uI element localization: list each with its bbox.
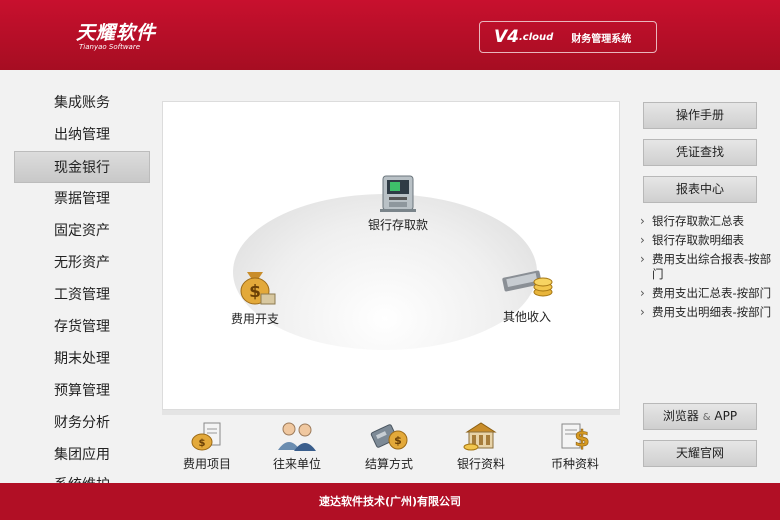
tool-contacts-label: 往来单位	[272, 457, 321, 471]
currency-icon: $	[561, 423, 590, 452]
bank-icon	[463, 422, 497, 451]
menu-item-payroll[interactable]: 工资管理	[14, 279, 150, 311]
menu-item-fixed-assets[interactable]: 固定资产	[14, 215, 150, 247]
official-site-button[interactable]: 天耀官网	[643, 440, 757, 467]
tool-currency-label: 币种资料	[550, 457, 599, 471]
expense-label: 费用开支	[230, 312, 279, 326]
report-link-bank-summary[interactable]: › 银行存取款汇总表	[640, 214, 775, 229]
tool-bank-info[interactable]: 银行资料	[446, 420, 516, 472]
report-center-button[interactable]: 报表中心	[643, 176, 757, 203]
browser-app-button[interactable]: 浏览器 & APP	[643, 403, 757, 430]
tool-settlement-label: 结算方式	[364, 457, 413, 471]
menu-item-bills[interactable]: 票据管理	[14, 183, 150, 215]
tool-bank-info-label: 银行资料	[456, 457, 505, 471]
svg-text:$: $	[394, 434, 402, 447]
tool-contacts[interactable]: 往来单位	[262, 420, 332, 472]
chevron-right-icon: ›	[640, 233, 645, 247]
manual-button[interactable]: 操作手册	[643, 102, 757, 129]
tool-currency[interactable]: $ 币种资料	[540, 420, 610, 472]
contacts-icon	[278, 422, 316, 451]
tool-expense-items-label: 费用项目	[182, 457, 231, 471]
report-link-expense-detail[interactable]: › 费用支出明细表-按部门	[640, 305, 775, 320]
browser-app-suffix: APP	[714, 409, 738, 423]
panel-divider	[162, 410, 620, 415]
menu-item-integrated-accounting[interactable]: 集成账务	[14, 87, 150, 119]
chevron-right-icon: ›	[640, 252, 645, 266]
report-link-expense-summary[interactable]: › 费用支出汇总表-按部门	[640, 286, 775, 301]
settlement-icon: $	[370, 424, 408, 450]
menu-item-cashier[interactable]: 出纳管理	[14, 119, 150, 151]
atm-icon	[380, 175, 416, 212]
money-bag-icon: $	[240, 272, 276, 305]
expense-item-icon: $	[191, 422, 221, 451]
other-income-label: 其他收入	[502, 310, 551, 324]
other-income-node[interactable]: 其他收入	[491, 262, 563, 325]
expense-node[interactable]: $ 费用开支	[219, 264, 291, 327]
svg-text:$: $	[199, 438, 206, 449]
version-suffix: .cloud	[519, 31, 554, 43]
footer: 速达软件技术(广州)有限公司	[0, 483, 780, 520]
menu-item-cash-bank[interactable]: 现金银行	[14, 151, 150, 183]
version-number: V4	[494, 27, 519, 47]
bank-deposit-node[interactable]: 银行存取款	[359, 172, 437, 233]
version-badge: V4 .cloud 财务管理系统	[479, 21, 657, 53]
menu-item-inventory[interactable]: 存货管理	[14, 311, 150, 343]
tool-settlement[interactable]: $ 结算方式	[354, 420, 424, 472]
menu-item-period-end[interactable]: 期末处理	[14, 343, 150, 375]
cash-bank-flow-panel: 银行存取款 $ 费用开支 其他收入	[162, 101, 620, 410]
logo: 天耀软件 Tianyao Software	[76, 18, 156, 51]
logo-text: 天耀软件	[76, 22, 157, 44]
footer-company: 速达软件技术(广州)有限公司	[318, 495, 462, 508]
bank-deposit-label: 银行存取款	[367, 218, 428, 232]
report-link-bank-detail[interactable]: › 银行存取款明细表	[640, 233, 775, 248]
menu-item-budget[interactable]: 预算管理	[14, 375, 150, 407]
chevron-right-icon: ›	[640, 286, 645, 300]
left-menu: 集成账务 出纳管理 现金银行 票据管理 固定资产 无形资产 工资管理 存货管理 …	[14, 87, 150, 471]
cash-coins-icon	[502, 270, 553, 297]
browser-app-label: 浏览器	[662, 409, 699, 423]
menu-item-system-maintenance[interactable]: 系统维护	[14, 471, 150, 483]
app-header: 天耀软件 Tianyao Software V4 .cloud 财务管理系统	[0, 0, 780, 70]
menu-item-intangible-assets[interactable]: 无形资产	[14, 247, 150, 279]
report-link-expense-comprehensive[interactable]: › 费用支出综合报表-按部门	[640, 252, 775, 282]
menu-item-group-application[interactable]: 集团应用	[14, 439, 150, 471]
chevron-right-icon: ›	[640, 214, 645, 228]
report-list: › 银行存取款汇总表 › 银行存取款明细表 › 费用支出综合报表-按部门 › 费…	[640, 214, 775, 324]
svg-text:$: $	[249, 282, 261, 302]
svg-text:$: $	[574, 427, 589, 452]
system-name: 财务管理系统	[571, 33, 632, 45]
chevron-right-icon: ›	[640, 305, 645, 319]
voucher-search-button[interactable]: 凭证查找	[643, 139, 757, 166]
browser-app-amp: &	[702, 412, 711, 423]
tool-expense-items[interactable]: $ 费用项目	[172, 420, 242, 472]
menu-item-financial-analysis[interactable]: 财务分析	[14, 407, 150, 439]
